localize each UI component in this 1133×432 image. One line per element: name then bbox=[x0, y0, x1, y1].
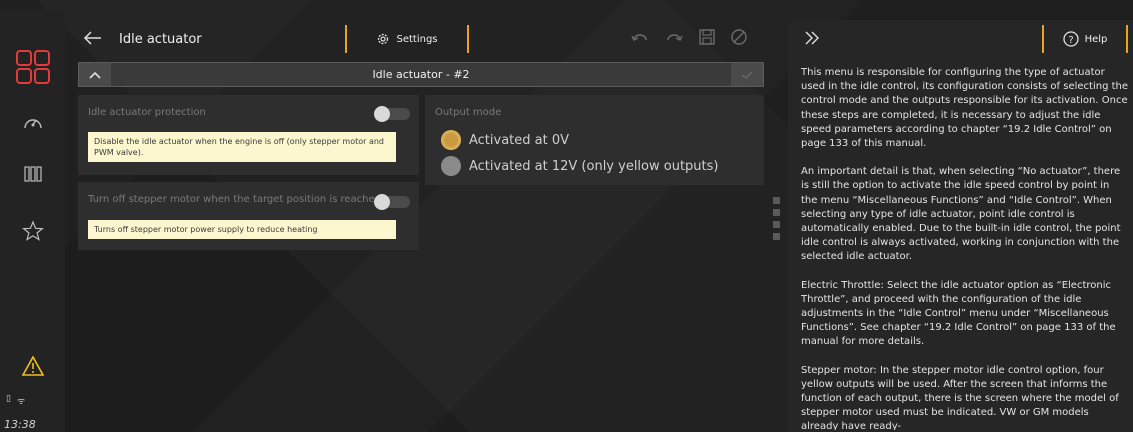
gauge-icon[interactable] bbox=[0, 112, 65, 134]
back-arrow-icon[interactable] bbox=[83, 30, 103, 50]
output-mode-card: Output mode Activated at 0V Activated at… bbox=[425, 95, 764, 185]
help-text: This menu is responsible for configuring… bbox=[801, 66, 1128, 430]
status-icons: ▯ ᯤ bbox=[6, 394, 25, 407]
question-icon: ? bbox=[1062, 31, 1079, 47]
side-nav: ▯ ᯤ 13:38 bbox=[0, 10, 65, 432]
radio-unselected-icon bbox=[441, 156, 461, 176]
check-icon bbox=[741, 70, 753, 79]
toolbar bbox=[630, 28, 748, 46]
protection-card: Idle actuator protection Disable the idl… bbox=[78, 95, 419, 175]
confirm-button[interactable] bbox=[731, 63, 763, 86]
clock: 13:38 bbox=[4, 418, 36, 431]
warning-icon[interactable] bbox=[0, 356, 65, 376]
battery-icon: ▯ bbox=[6, 394, 11, 404]
stepper-off-toggle[interactable] bbox=[374, 194, 410, 210]
collapse-button[interactable] bbox=[79, 63, 111, 86]
stepper-off-label: Turn off stepper motor when the target p… bbox=[88, 194, 381, 205]
page-title: Idle actuator bbox=[119, 32, 202, 47]
protection-note: Disable the idle actuator when the engin… bbox=[88, 132, 396, 162]
settings-tab[interactable]: Settings bbox=[345, 25, 469, 53]
top-bar: Idle actuator Settings bbox=[65, 20, 776, 58]
output-option-12v[interactable]: Activated at 12V (only yellow outputs) bbox=[441, 156, 718, 176]
resize-handle[interactable] bbox=[773, 197, 780, 240]
cancel-icon[interactable] bbox=[730, 28, 748, 46]
stepper-off-note: Turns off stepper motor power supply to … bbox=[88, 220, 396, 239]
section-title: Idle actuator - #2 bbox=[372, 68, 470, 81]
star-icon[interactable] bbox=[0, 220, 65, 242]
redo-icon[interactable] bbox=[664, 28, 684, 46]
main-panel: Idle actuator Settings Idle actuator - #… bbox=[65, 20, 776, 432]
help-paragraph: Electric Throttle: Select the idle actua… bbox=[801, 279, 1116, 348]
save-icon[interactable] bbox=[698, 28, 716, 46]
protection-label: Idle actuator protection bbox=[88, 107, 206, 118]
output-mode-label: Output mode bbox=[435, 107, 502, 118]
section-header: Idle actuator - #2 bbox=[78, 62, 764, 87]
help-top-bar: ? Help bbox=[788, 20, 1133, 58]
output-option-12v-label: Activated at 12V (only yellow outputs) bbox=[469, 158, 719, 174]
help-paragraph: This menu is responsible for configuring… bbox=[801, 67, 1128, 150]
handle-dot bbox=[773, 209, 780, 216]
output-option-0v-label: Activated at 0V bbox=[469, 132, 570, 148]
help-panel: ? Help This menu is responsible for conf… bbox=[788, 20, 1133, 432]
toggle-knob bbox=[374, 106, 390, 122]
help-paragraph: Stepper motor: In the stepper motor idle… bbox=[801, 364, 1119, 430]
svg-text:?: ? bbox=[1068, 35, 1073, 46]
handle-dot bbox=[773, 233, 780, 240]
help-label: Help bbox=[1084, 33, 1108, 45]
dashboard-grid-icon[interactable] bbox=[0, 48, 65, 86]
stepper-off-card: Turn off stepper motor when the target p… bbox=[78, 182, 419, 250]
wifi-icon: ᯤ bbox=[16, 397, 26, 407]
help-paragraph: An important detail is that, when select… bbox=[801, 166, 1121, 263]
toggle-knob bbox=[374, 194, 390, 210]
help-button[interactable]: ? Help bbox=[1042, 25, 1128, 53]
expand-chevrons-icon[interactable] bbox=[804, 30, 820, 50]
radio-selected-icon bbox=[441, 130, 461, 150]
gear-icon bbox=[378, 33, 389, 45]
protection-toggle[interactable] bbox=[374, 106, 410, 122]
columns-icon[interactable] bbox=[0, 163, 65, 185]
undo-icon[interactable] bbox=[630, 28, 650, 46]
handle-dot bbox=[773, 197, 780, 204]
output-option-0v[interactable]: Activated at 0V bbox=[441, 130, 569, 150]
chevron-up-icon bbox=[89, 71, 101, 79]
handle-dot bbox=[773, 221, 780, 228]
settings-label: Settings bbox=[396, 33, 438, 45]
